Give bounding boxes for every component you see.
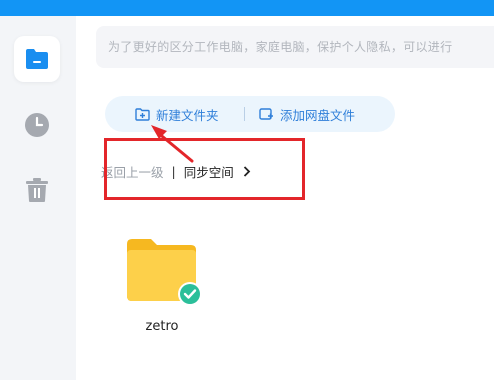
add-cloud-file-label: 添加网盘文件 xyxy=(280,107,356,123)
clock-icon xyxy=(25,113,49,137)
cloud-add-icon xyxy=(259,107,273,120)
annotation-highlight-box xyxy=(104,138,305,200)
notice-text: 为了更好的区分工作电脑，家庭电脑，保护个人隐私，可以进行 xyxy=(108,40,453,54)
new-folder-icon xyxy=(135,107,150,121)
sidebar-item-trash[interactable] xyxy=(14,167,60,213)
sidebar-item-files[interactable] xyxy=(14,36,60,82)
sidebar-item-recent[interactable] xyxy=(14,102,60,148)
window-top-bar xyxy=(0,0,494,16)
action-divider xyxy=(244,107,245,121)
trash-icon xyxy=(26,178,48,202)
add-cloud-file-button[interactable]: 添加网盘文件 xyxy=(259,96,355,132)
new-folder-button[interactable]: 新建文件夹 xyxy=(135,96,219,132)
folder-icon xyxy=(26,49,48,69)
folder-item[interactable]: zetro xyxy=(124,232,204,342)
privacy-notice: 为了更好的区分工作电脑，家庭电脑，保护个人隐私，可以进行 xyxy=(96,26,494,68)
folder-name: zetro xyxy=(145,319,179,334)
new-folder-label: 新建文件夹 xyxy=(156,107,219,123)
folder-large-icon xyxy=(127,239,202,306)
sidebar xyxy=(0,16,76,380)
action-bar: 新建文件夹 添加网盘文件 xyxy=(105,96,395,132)
